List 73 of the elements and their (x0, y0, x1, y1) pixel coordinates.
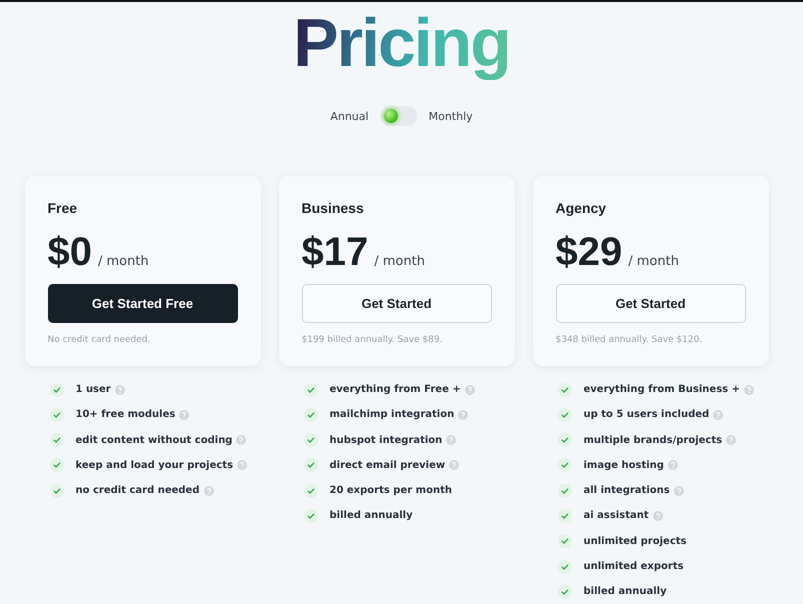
feature-text: up to 5 users included (584, 409, 710, 420)
help-icon[interactable] (744, 384, 754, 394)
feature-text: all integrations (584, 485, 670, 496)
check-icon (50, 382, 64, 396)
check-icon (304, 508, 318, 523)
check-icon (50, 458, 64, 472)
help-icon[interactable] (449, 460, 460, 470)
check-icon (50, 484, 64, 498)
feature-text: direct email preview (330, 460, 446, 471)
help-icon[interactable] (236, 435, 246, 446)
plan-name: Free (48, 200, 78, 216)
get-started-button[interactable]: Get Started Free (48, 284, 238, 323)
help-icon[interactable] (458, 410, 468, 420)
check-icon (304, 433, 318, 448)
plan-name: Business (302, 200, 365, 216)
feature-text: unlimited projects (584, 536, 686, 547)
feature-text: keep and load your projects (76, 460, 234, 471)
feature-text: mailchimp integration (330, 409, 454, 420)
price-period: / month (98, 254, 149, 269)
feature-text: hubspot integration (330, 434, 442, 446)
annual-label: Annual (330, 110, 369, 122)
plan-note: $199 billed annually. Save $89. (302, 335, 444, 345)
get-started-button[interactable]: Get Started (302, 284, 492, 323)
check-icon (558, 560, 572, 574)
feature-text: image hosting (584, 460, 664, 471)
help-icon[interactable] (674, 486, 684, 496)
feature-text: no credit card needed (76, 485, 200, 496)
check-icon (304, 408, 318, 422)
check-icon (558, 458, 572, 472)
feature-text: ai assistant (584, 510, 649, 522)
price-period: / month (374, 254, 425, 269)
check-icon (558, 508, 572, 523)
feature-text: unlimited exports (584, 561, 684, 572)
check-icon (304, 382, 318, 396)
check-icon (558, 484, 572, 498)
feature-text: everything from Business + (584, 384, 740, 395)
help-icon[interactable] (237, 460, 248, 470)
help-icon[interactable] (114, 384, 125, 394)
plan-name: Agency (556, 200, 608, 216)
check-icon (50, 408, 64, 422)
get-started-button[interactable]: Get Started (556, 284, 746, 323)
feature-text: billed annually (330, 510, 413, 522)
help-icon[interactable] (464, 384, 475, 394)
feature-text: 10+ free modules (76, 409, 176, 420)
monthly-label: Monthly (428, 110, 473, 122)
help-icon[interactable] (713, 410, 724, 420)
feature-text: 20 exports per month (330, 485, 452, 496)
feature-text: 1 user (76, 384, 111, 395)
feature-text: everything from Free + (330, 384, 461, 395)
help-icon[interactable] (652, 510, 663, 521)
check-icon (558, 534, 572, 548)
help-icon[interactable] (726, 435, 736, 446)
plan-note: No credit card needed. (48, 335, 152, 345)
plan-price: $17 (302, 230, 368, 274)
help-icon[interactable] (204, 486, 214, 496)
billing-toggle[interactable] (380, 106, 417, 126)
plan-price: $29 (556, 230, 622, 274)
check-icon (558, 584, 572, 599)
price-period: / month (628, 254, 679, 269)
feature-text: edit content without coding (76, 434, 232, 446)
feature-text: multiple brands/projects (584, 434, 722, 446)
check-icon (558, 408, 572, 422)
check-icon (304, 458, 318, 472)
plan-price: $0 (48, 230, 92, 274)
check-icon (50, 433, 64, 448)
check-icon (558, 433, 572, 448)
help-icon[interactable] (668, 460, 678, 470)
feature-text: billed annually (584, 586, 667, 598)
help-icon[interactable] (446, 435, 456, 446)
plan-note: $348 billed annually. Save $120. (556, 335, 704, 345)
check-icon (558, 382, 572, 396)
check-icon (304, 484, 318, 498)
help-icon[interactable] (179, 410, 190, 420)
